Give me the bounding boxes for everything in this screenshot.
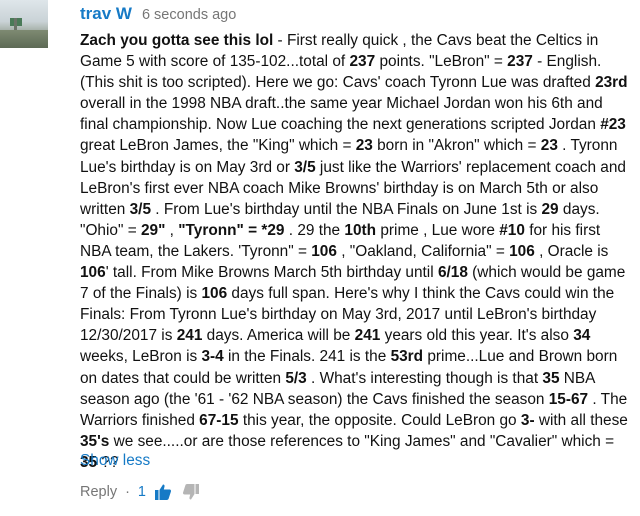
comment-bold-text: 237 (349, 53, 376, 71)
thumb-up-icon[interactable] (154, 483, 172, 501)
reply-button[interactable]: Reply (80, 484, 117, 500)
comment-text: years old this year. It's also (380, 327, 574, 345)
comment-bold-text: 35 (542, 369, 560, 387)
comment-text: . What's interesting though is that (306, 369, 543, 387)
comment-bold-text: Zach you gotta see this lol (80, 32, 274, 49)
comment-bold-text: 34 (573, 327, 591, 345)
comment-bold-text: 106 (201, 285, 228, 303)
comment-bold-text: 6/18 (437, 264, 468, 282)
comment-bold-text: 3-4 (201, 348, 224, 366)
comment-bold-text: #23 (600, 116, 626, 134)
like-count: 1 (137, 484, 146, 500)
comment-bold-text: 3- (520, 411, 535, 429)
comment-bold-text: 29 (541, 200, 559, 218)
comment-text: , Oracle is (534, 242, 609, 260)
comment-bold-text: 3/5 (294, 158, 316, 176)
comment-bold-text: 53rd (390, 348, 424, 366)
comment-timestamp[interactable]: 6 seconds ago (142, 7, 236, 23)
comment-bold-text: "Tyronn" = *29 (178, 221, 285, 239)
comment-text: days. America will be (202, 327, 355, 345)
comment-bold-text: 5/3 (285, 369, 307, 387)
comment-bold-text: 3/5 (129, 200, 152, 218)
comment-header: trav W 6 seconds ago (80, 4, 236, 28)
author-name[interactable]: trav W (80, 4, 132, 24)
comment-bold-text: 106 (509, 242, 535, 260)
comment-text: in the Finals. 241 is the (223, 348, 391, 366)
comment-bold-text: 35's (80, 432, 110, 450)
comment-text: born in "Akron" which = (372, 137, 541, 155)
comment-text: overall in the 1998 NBA draft..the same … (80, 95, 603, 134)
comment-text: great LeBron James, the "King" which = (80, 137, 356, 155)
avatar[interactable] (0, 0, 48, 48)
comment-text: this year, the opposite. Could LeBron go (238, 411, 521, 429)
comment-bold-text: 106 (80, 264, 106, 282)
comment-text: prime , Lue wore (376, 221, 500, 239)
comment-bold-text: 10th (344, 221, 377, 239)
thumb-down-icon[interactable] (182, 483, 200, 501)
comment-bold-text: 67-15 (199, 411, 239, 429)
comment-bold-text: #10 (499, 221, 525, 239)
comment-bold-text: 106 (311, 242, 337, 260)
separator-dot: · (125, 484, 130, 500)
comment-body: Zach you gotta see this lol - First real… (80, 30, 635, 473)
comment-text: . From Lue's birthday until the NBA Fina… (151, 200, 542, 218)
comment-text: points. "LeBron" = (375, 53, 508, 71)
comment-actions: Reply · 1 (80, 483, 200, 501)
comment-text: , (165, 221, 179, 239)
comment-text: with all these (534, 411, 628, 429)
comment-text: weeks, LeBron is (80, 348, 202, 366)
comment-bold-text: 237 (507, 53, 533, 71)
avatar-trees (0, 30, 48, 48)
comment-bold-text: 23rd (595, 74, 628, 92)
comment-bold-text: 23 (540, 137, 558, 155)
comment-bold-text: 29" (140, 221, 166, 239)
comment-text: . 29 the (284, 221, 345, 239)
show-less-link[interactable]: Show less (80, 452, 150, 470)
comment-text: , "Oakland, California" = (336, 242, 510, 260)
comment-text: ' tall. From Mike Browns March 5th birth… (105, 264, 438, 282)
comment-bold-text: 15-67 (548, 390, 589, 408)
comment-text: we see.....or are those references to "K… (109, 432, 615, 450)
comment-bold-text: 23 (355, 137, 373, 155)
comment-bold-text: 241 (176, 327, 203, 345)
comment-bold-text: 241 (354, 327, 381, 345)
comment: trav W 6 seconds ago Zach you gotta see … (0, 0, 640, 516)
